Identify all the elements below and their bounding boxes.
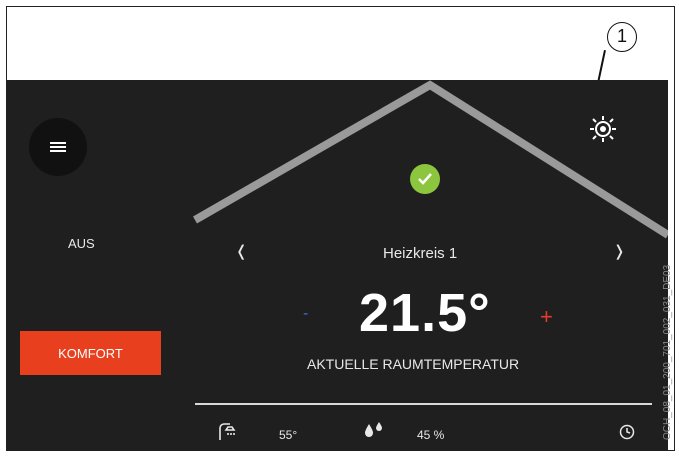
control-screen: AUS KOMFORT ❬ Heizkreis 1 ❭ - 21.5° + AK… — [6, 80, 668, 451]
temperature-label: AKTUELLE RAUMTEMPERATUR — [307, 356, 520, 372]
clock-icon[interactable] — [619, 424, 635, 440]
roof-outline-icon — [193, 80, 668, 239]
hamburger-icon — [50, 140, 66, 154]
decrease-temp-button[interactable]: - — [303, 305, 308, 323]
water-temperature: 55° — [279, 428, 298, 442]
menu-button[interactable] — [29, 118, 87, 176]
next-zone-button[interactable]: ❭ — [613, 242, 626, 260]
divider — [195, 403, 652, 405]
check-icon — [410, 164, 440, 194]
sun-gear-icon[interactable] — [588, 114, 618, 144]
shower-icon[interactable] — [217, 422, 237, 442]
humidity-icon[interactable] — [363, 421, 385, 441]
increase-temp-button[interactable]: + — [540, 304, 553, 330]
mode-status: AUS — [68, 236, 95, 251]
prev-zone-button[interactable]: ❬ — [235, 242, 248, 260]
zone-name: Heizkreis 1 — [383, 245, 458, 262]
komfort-button[interactable]: KOMFORT — [20, 331, 161, 375]
current-temperature: 21.5° — [359, 283, 491, 343]
callout-marker: 1 — [607, 22, 637, 52]
figure-code: OCH_08_01_200_701_002_031_DE03 — [662, 264, 673, 440]
humidity-value: 45 % — [417, 428, 445, 442]
